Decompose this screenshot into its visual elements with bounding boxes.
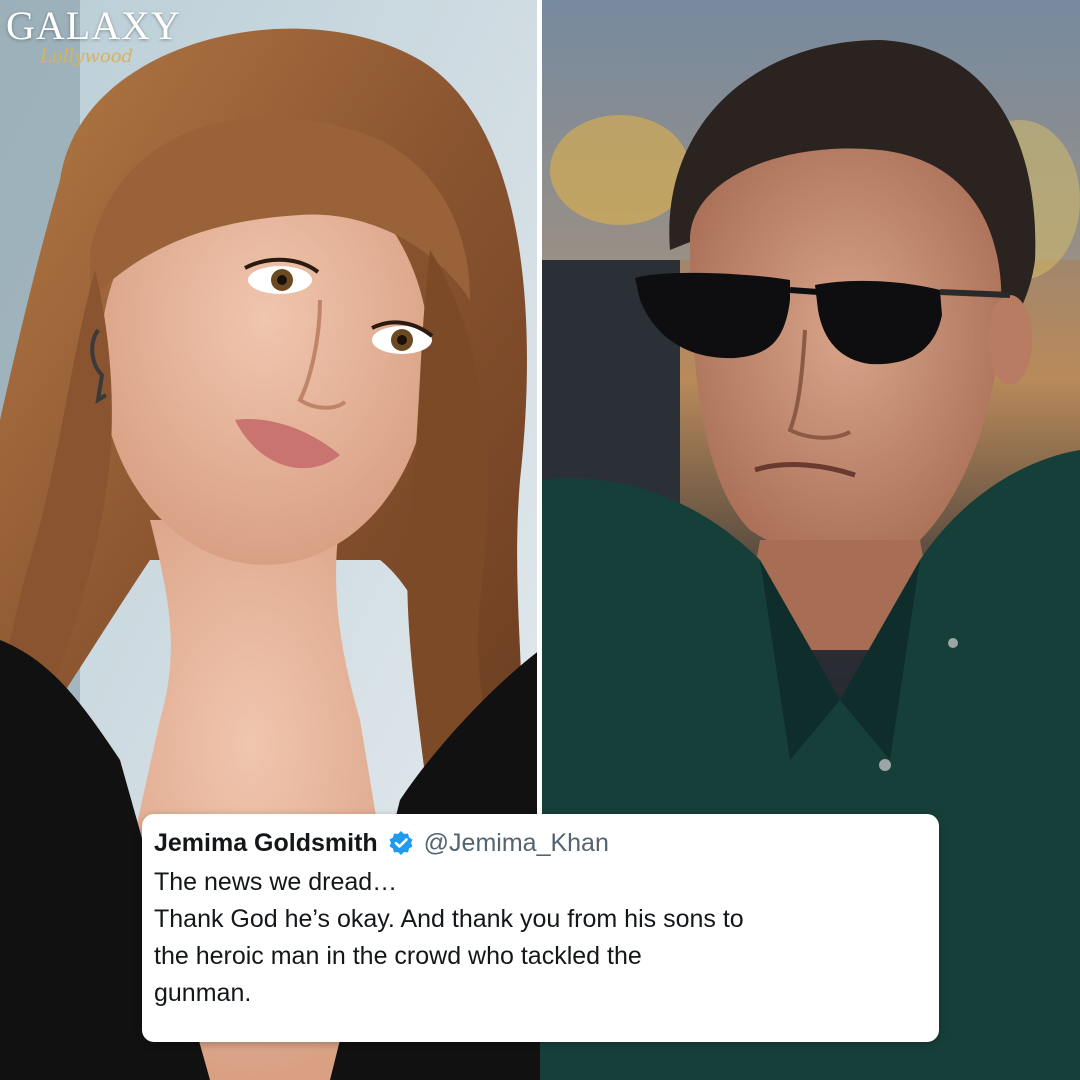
tweet-author-name: Jemima Goldsmith [154, 828, 378, 857]
tweet-author-handle: @Jemima_Khan [423, 828, 609, 857]
watermark-brand: GALAXY [6, 3, 181, 48]
galaxy-lollywood-watermark: GALAXY Lollywood [6, 2, 196, 82]
tweet-text: The news we dread… Thank God he’s okay. … [154, 864, 925, 1012]
tweet-line: Thank God he’s okay. And thank you from … [154, 905, 744, 933]
photo-divider [537, 0, 542, 815]
verified-badge-icon [388, 830, 414, 856]
tweet-line: The news we dread… [154, 868, 398, 896]
tweet-card: Jemima Goldsmith @Jemima_Khan The news w… [142, 814, 939, 1042]
tweet-line: the heroic man in the crowd who tackled … [154, 942, 642, 970]
tweet-header: Jemima Goldsmith @Jemima_Khan [154, 826, 925, 860]
watermark-subtitle: Lollywood [40, 46, 134, 67]
tweet-line: gunman. [154, 979, 252, 1007]
